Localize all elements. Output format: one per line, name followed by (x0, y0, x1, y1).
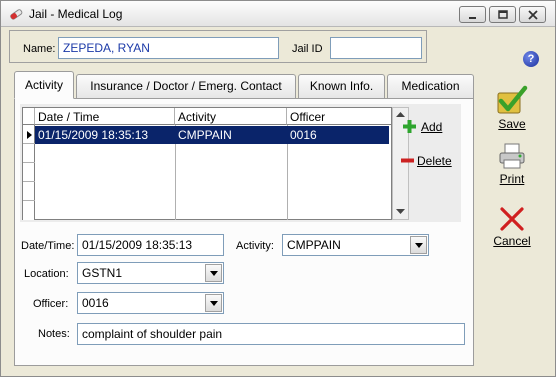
column-header-datetime[interactable]: Date / Time (35, 108, 175, 125)
cell-datetime: 01/15/2009 18:35:13 (38, 128, 149, 142)
save-button[interactable]: Save (490, 85, 534, 131)
jail-id-field[interactable] (330, 37, 422, 59)
current-row-arrow-icon (27, 131, 32, 139)
add-button[interactable]: Add (403, 120, 442, 134)
save-check-icon (497, 85, 528, 114)
scroll-down-icon[interactable] (396, 209, 405, 215)
cell-activity: CMPPAIN (178, 128, 232, 142)
officer-dropdown-button[interactable] (205, 294, 222, 312)
chevron-down-icon (210, 301, 218, 306)
officer-label: Officer: (33, 298, 69, 310)
print-label: Print (499, 172, 525, 186)
name-label: Name: (23, 43, 56, 55)
close-icon (528, 10, 538, 20)
minimize-icon (469, 17, 476, 19)
datetime-label: Date/Time: (21, 240, 75, 252)
datetime-field[interactable]: 01/15/2009 18:35:13 (77, 234, 224, 256)
name-field[interactable]: ZEPEDA, RYAN (58, 37, 279, 59)
location-dropdown-button[interactable] (205, 264, 222, 282)
activity-label: Activity: (236, 240, 274, 252)
activity-select-value: CMPPAIN (287, 238, 341, 252)
chevron-down-icon (415, 243, 423, 248)
tab-medication[interactable]: Medication (387, 74, 474, 98)
cancel-x-icon (500, 207, 524, 231)
row-divider (23, 200, 35, 201)
cell-officer: 0016 (290, 128, 317, 142)
tab-activity[interactable]: Activity (14, 71, 74, 99)
notes-label: Notes: (38, 328, 70, 340)
delete-label: Delete (417, 154, 452, 168)
row-indicator-column (23, 125, 35, 220)
maximize-icon (498, 10, 508, 19)
row-divider (23, 181, 35, 182)
medical-log-window: Jail - Medical Log Name: ZEPEDA, RYAN Ja… (0, 0, 556, 377)
app-icon (10, 9, 23, 20)
print-button[interactable]: Print (490, 142, 534, 186)
officer-select[interactable]: 0016 (77, 292, 224, 314)
tab-known-info[interactable]: Known Info. (298, 74, 385, 98)
tab-insurance-doctor-contact[interactable]: Insurance / Doctor / Emerg. Contact (76, 74, 296, 98)
activity-dropdown-button[interactable] (410, 236, 427, 254)
chevron-down-icon (210, 271, 218, 276)
notes-field[interactable]: complaint of shoulder pain (77, 323, 465, 345)
help-icon[interactable]: ? (523, 51, 539, 67)
minus-icon (401, 158, 414, 163)
printer-icon (499, 143, 525, 169)
delete-button[interactable]: Delete (401, 154, 452, 168)
activity-grid-area: Date / Time Activity Officer 01/15/2009 … (20, 104, 461, 222)
save-label: Save (498, 117, 526, 131)
maximize-button[interactable] (489, 6, 516, 23)
activity-select[interactable]: CMPPAIN (282, 234, 429, 256)
row-divider (23, 143, 35, 144)
row-divider (23, 162, 35, 163)
jail-id-label: Jail ID (292, 43, 323, 55)
add-label: Add (421, 120, 443, 134)
scroll-up-icon[interactable] (396, 112, 405, 118)
close-button[interactable] (519, 6, 546, 23)
column-header-officer[interactable]: Officer (287, 108, 391, 125)
column-header-activity[interactable]: Activity (175, 108, 287, 125)
plus-icon (403, 120, 416, 133)
activity-grid[interactable]: Date / Time Activity Officer 01/15/2009 … (22, 107, 392, 220)
location-select-value: GSTN1 (82, 266, 123, 280)
title-bar: Jail - Medical Log (1, 1, 555, 27)
window-title: Jail - Medical Log (29, 7, 123, 21)
officer-select-value: 0016 (82, 296, 109, 310)
row-indicator-header (23, 108, 35, 125)
location-label: Location: (24, 268, 69, 280)
cancel-label: Cancel (493, 234, 531, 248)
minimize-button[interactable] (459, 6, 486, 23)
location-select[interactable]: GSTN1 (77, 262, 224, 284)
cancel-button[interactable]: Cancel (490, 206, 534, 248)
